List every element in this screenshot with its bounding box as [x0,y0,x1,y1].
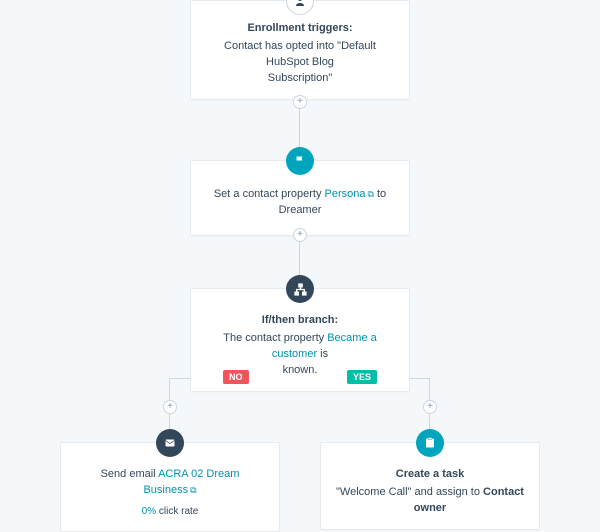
create-task-card[interactable]: Create a task "Welcome Call" and assign … [320,442,540,530]
task-title: Create a task [335,467,525,483]
email-icon [156,429,184,457]
branch-no-label: NO [223,370,249,384]
click-rate-link[interactable]: 0% [142,506,156,517]
branch-yes-label: YES [347,370,377,384]
add-node-1[interactable]: + [293,95,307,109]
enrollment-text-2: Subscription" [205,71,395,87]
task-text: "Welcome Call" and assign to Contact own… [335,485,525,517]
set-property-text: Set a contact property Persona⧉ to Dream… [205,187,395,219]
email-metric: 0% click rate [75,505,265,520]
branch-text: The contact property Became a customer i… [205,331,395,363]
send-email-text: Send email ACRA 02 Dream Business⧉ [75,467,265,499]
branch-icon [286,275,314,303]
person-icon [286,0,314,15]
enrollment-title: Enrollment triggers: [205,21,395,37]
flag-icon [286,147,314,175]
persona-link[interactable]: Persona [325,188,366,200]
send-email-card[interactable]: Send email ACRA 02 Dream Business⧉ 0% cl… [60,442,280,532]
enrollment-text-1: Contact has opted into "Default HubSpot … [205,39,395,71]
branch-title: If/then branch: [205,313,395,329]
add-node-right[interactable]: + [423,400,437,414]
external-link-icon: ⧉ [190,485,196,495]
task-icon [416,429,444,457]
workflow-canvas: Enrollment triggers: Contact has opted i… [0,0,600,513]
set-property-card[interactable]: Set a contact property Persona⧉ to Dream… [190,160,410,236]
enrollment-card[interactable]: Enrollment triggers: Contact has opted i… [190,0,410,100]
add-node-2[interactable]: + [293,228,307,242]
add-node-left[interactable]: + [163,400,177,414]
